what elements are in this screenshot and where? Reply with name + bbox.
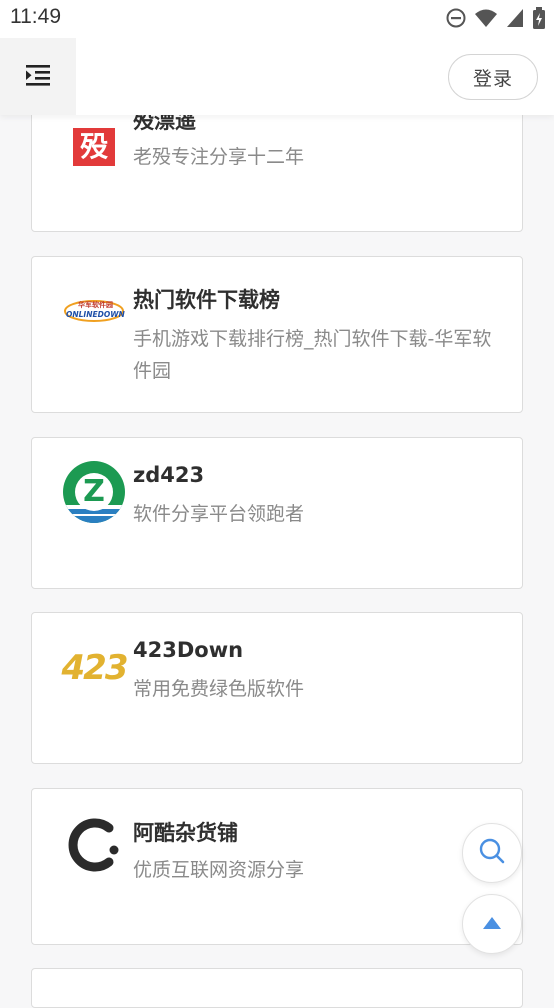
site-name: 阿酷杂货铺 — [133, 821, 238, 845]
site-card-onlinedown[interactable]: 华军软件园 ONLINEDOWN 热门软件下载榜 手机游戏下载排行榜_热门软件下… — [31, 256, 523, 413]
site-card-423down[interactable]: 423 423Down 常用免费绿色版软件 — [31, 612, 523, 764]
menu-indent-icon — [25, 64, 51, 90]
423down-logo: 423 — [61, 636, 129, 700]
site-name: 423Down — [133, 638, 244, 662]
akuzahuopu-logo-icon — [68, 818, 119, 872]
status-time: 11:49 — [10, 5, 61, 28]
site-desc: 老殁专注分享十二年 — [133, 146, 305, 168]
akuzahuopu-logo — [62, 813, 126, 877]
site-desc: 手机游戏下载排行榜_热门软件下载-华军软件园 — [133, 328, 492, 382]
site-desc: 优质互联网资源分享 — [133, 859, 305, 881]
423down-logo-mark: 423 — [61, 648, 129, 688]
moupiaoyao-logo: 殁 — [62, 115, 126, 179]
arrow-up-icon — [482, 915, 502, 934]
back-to-top-button[interactable] — [462, 894, 522, 954]
zd423-logo-mark: Z — [75, 473, 113, 511]
site-card-next[interactable] — [31, 968, 523, 1008]
zd423-logo: Z — [62, 460, 126, 524]
app-header: 登录 — [0, 38, 554, 115]
status-bar: 11:49 — [0, 0, 554, 38]
site-desc: 常用免费绿色版软件 — [133, 678, 305, 700]
onlinedown-logo-en: ONLINEDOWN — [66, 310, 125, 319]
signal-icon — [506, 8, 524, 28]
do-not-disturb-icon — [446, 8, 466, 28]
battery-icon — [532, 7, 546, 29]
site-card-akuzahuopu[interactable]: 阿酷杂货铺 优质互联网资源分享 — [31, 788, 523, 945]
search-button[interactable] — [462, 823, 522, 883]
onlinedown-logo-cn: 华军软件园 — [78, 301, 113, 309]
site-name: zd423 — [133, 463, 205, 487]
onlinedown-logo: 华军软件园 ONLINEDOWN — [62, 279, 126, 343]
site-card-zd423[interactable]: Z zd423 软件分享平台领跑者 — [31, 437, 523, 589]
site-name: 热门软件下载榜 — [133, 288, 280, 312]
search-icon — [478, 837, 506, 869]
login-button[interactable]: 登录 — [448, 54, 538, 100]
status-icons — [446, 7, 546, 29]
wifi-icon — [474, 8, 498, 28]
site-desc: 软件分享平台领跑者 — [133, 503, 305, 525]
moupiaoyao-logo-mark: 殁 — [73, 128, 115, 166]
menu-button[interactable] — [0, 38, 76, 115]
